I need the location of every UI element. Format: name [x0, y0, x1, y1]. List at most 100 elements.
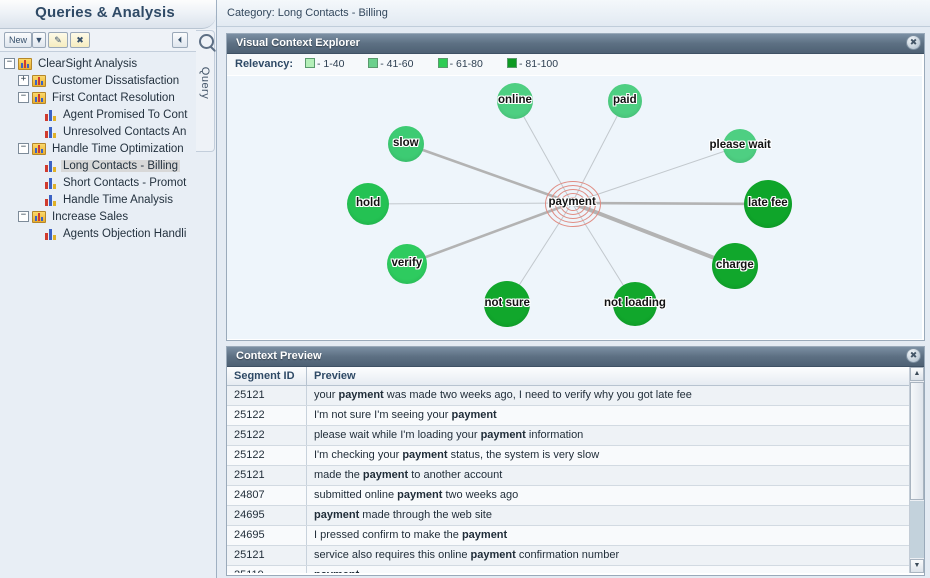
collapse-icon[interactable]: − [18, 92, 29, 104]
analysis-tree[interactable]: − ClearSight Analysis + Customer Dissatisfa… [0, 52, 200, 572]
legend-item-1: - 1-40 [305, 58, 344, 70]
legend-item-3: - 61-80 [437, 58, 483, 70]
cell-preview: I pressed confirm to make the payment [307, 526, 907, 545]
table-row[interactable]: 24695 I pressed confirm to make the payme… [227, 526, 922, 546]
table-body: 25121 your payment was made two weeks ago… [227, 386, 922, 573]
column-header-preview[interactable]: Preview [307, 367, 907, 385]
preview-text-before: your [314, 389, 339, 401]
collapse-panel-icon[interactable]: ⏴ [172, 32, 188, 48]
main-content-area: Category: Long Contacts - Billing Visual… [216, 0, 930, 578]
graph-edge [367, 202, 573, 205]
bar-chart-icon [45, 109, 57, 121]
preview-highlight-term: payment [314, 509, 360, 521]
tree-item-label: Handle Time Optimization [52, 143, 184, 155]
graph-edge [571, 201, 769, 206]
cell-segment-id: 25121 [227, 546, 307, 565]
cp-panel-title: Context Preview [236, 350, 322, 362]
relevancy-label: Relevancy: [235, 58, 294, 70]
bar-chart-icon [45, 126, 57, 138]
preview-highlight-term: payment [480, 429, 526, 441]
new-dropdown-arrow-icon[interactable]: ▼ [32, 32, 46, 48]
left-panel-title: Queries & Analysis [35, 4, 175, 21]
tree-item-unresolved-contacts-an[interactable]: Unresolved Contacts An [0, 124, 200, 141]
tree-item-agent-promised-to-cont[interactable]: Agent Promised To Cont [0, 107, 200, 124]
tree-item-increase-sales[interactable]: − Increase Sales [0, 209, 200, 226]
table-row[interactable]: 25122 please wait while I'm loading your … [227, 426, 922, 446]
table-row[interactable]: 25121 made the payment to another account [227, 466, 922, 486]
tree-item-long-contacts-billing[interactable]: Long Contacts - Billing [0, 158, 200, 175]
table-row[interactable]: 25121 service also requires this online p… [227, 546, 922, 566]
visual-context-explorer-panel: Visual Context Explorer ✖ Relevancy: - 1… [226, 33, 925, 341]
tree-item-label: Agents Objection Handli [63, 228, 187, 240]
column-header-segment-id[interactable]: Segment ID [227, 367, 307, 385]
tree-item-customer-dissatisfaction[interactable]: + Customer Dissatisfaction [0, 73, 200, 90]
folder-chart-icon [32, 74, 46, 87]
tree-item-label: Handle Time Analysis [63, 194, 173, 206]
context-preview-panel: Context Preview ✖ Segment ID Preview 251… [226, 346, 925, 576]
legend-swatch-icon [507, 58, 517, 68]
preview-text-before: I'm checking your [314, 449, 403, 461]
preview-text-after: two weeks ago [442, 489, 519, 501]
table-row[interactable]: 25121 your payment was made two weeks ago… [227, 386, 922, 406]
preview-text-before: submitted online [314, 489, 398, 501]
query-tab-label: Query [199, 66, 211, 100]
cell-preview: I'm checking your payment status, the sy… [307, 446, 907, 465]
tree-item-handle-time-analysis[interactable]: Handle Time Analysis [0, 192, 200, 209]
cp-panel-header: Context Preview ✖ [227, 347, 924, 367]
graph-node-label-center: payment [548, 196, 596, 208]
table-row[interactable]: 24807 submitted online payment two weeks … [227, 486, 922, 506]
new-button[interactable]: New [4, 32, 32, 48]
legend-range-label: - 61-80 [449, 58, 483, 70]
legend-item-2: - 41-60 [368, 58, 413, 70]
table-row[interactable]: 25122 I'm not sure I'm seeing your paymen… [227, 406, 922, 426]
cell-segment-id: 24695 [227, 526, 307, 545]
tree-item-clearsight-analysis[interactable]: − ClearSight Analysis [0, 56, 200, 73]
tree-item-label: Long Contacts - Billing [61, 160, 181, 172]
vertical-scrollbar[interactable]: ▲ ▼ [909, 367, 924, 573]
tree-item-label: Short Contacts - Promot [63, 177, 187, 189]
cell-segment-id: 25121 [227, 386, 307, 405]
edit-pencil-icon[interactable]: ✎ [48, 32, 68, 48]
tree-item-agents-objection-handli[interactable]: Agents Objection Handli [0, 226, 200, 243]
preview-highlight-term: payment [402, 449, 448, 461]
table-row[interactable]: 24695 payment made through the web site [227, 506, 922, 526]
tree-item-label: Increase Sales [52, 211, 129, 223]
close-icon[interactable]: ✖ [906, 35, 921, 50]
legend-swatch-icon [368, 58, 379, 68]
category-bar: Category: Long Contacts - Billing [217, 0, 930, 27]
preview-highlight-term: payment [397, 489, 443, 501]
query-side-tab[interactable]: Query [196, 30, 215, 152]
scrollbar-thumb[interactable] [910, 382, 924, 500]
folder-chart-icon [32, 210, 46, 223]
close-icon[interactable]: ✖ [906, 348, 921, 363]
collapse-icon[interactable]: − [18, 143, 29, 155]
vce-panel-title: Visual Context Explorer [236, 37, 360, 49]
delete-x-icon[interactable]: ✖ [70, 32, 90, 48]
cell-preview: payment [307, 566, 907, 573]
tree-item-first-contact-resolution[interactable]: − First Contact Resolution [0, 90, 200, 107]
expand-icon[interactable]: + [18, 75, 29, 87]
collapse-icon[interactable]: − [18, 211, 29, 223]
context-preview-grid[interactable]: Segment ID Preview 25121 your payment was… [227, 367, 922, 573]
table-row[interactable]: 25119 payment [227, 566, 922, 573]
tree-item-handle-time-optimization[interactable]: − Handle Time Optimization [0, 141, 200, 158]
legend-range-label: - 1-40 [317, 58, 345, 70]
legend-range-label: - 81-100 [519, 58, 559, 70]
category-label: Category: Long Contacts - Billing [227, 7, 388, 19]
cell-preview: submitted online payment two weeks ago [307, 486, 907, 505]
graph-node-label: paid [613, 94, 637, 106]
scroll-down-icon[interactable]: ▼ [910, 559, 924, 573]
scroll-up-icon[interactable]: ▲ [910, 367, 924, 381]
preview-text-before: made the [314, 469, 363, 481]
preview-text-after: status, the system is very slow [447, 449, 600, 461]
tree-item-short-contacts-promot[interactable]: Short Contacts - Promot [0, 175, 200, 192]
cell-preview: please wait while I'm loading your payme… [307, 426, 907, 445]
table-row[interactable]: 25122 I'm checking your payment status, t… [227, 446, 922, 466]
folder-chart-icon [32, 91, 46, 104]
cell-preview: your payment was made two weeks ago, I n… [307, 386, 907, 405]
scrollbar-track[interactable] [910, 501, 924, 558]
collapse-icon[interactable]: − [4, 58, 15, 70]
bar-chart-icon [45, 177, 57, 189]
context-graph-canvas[interactable]: online paid slow please wait hold late fee ver… [227, 75, 922, 339]
graph-node-label: charge [716, 259, 754, 271]
